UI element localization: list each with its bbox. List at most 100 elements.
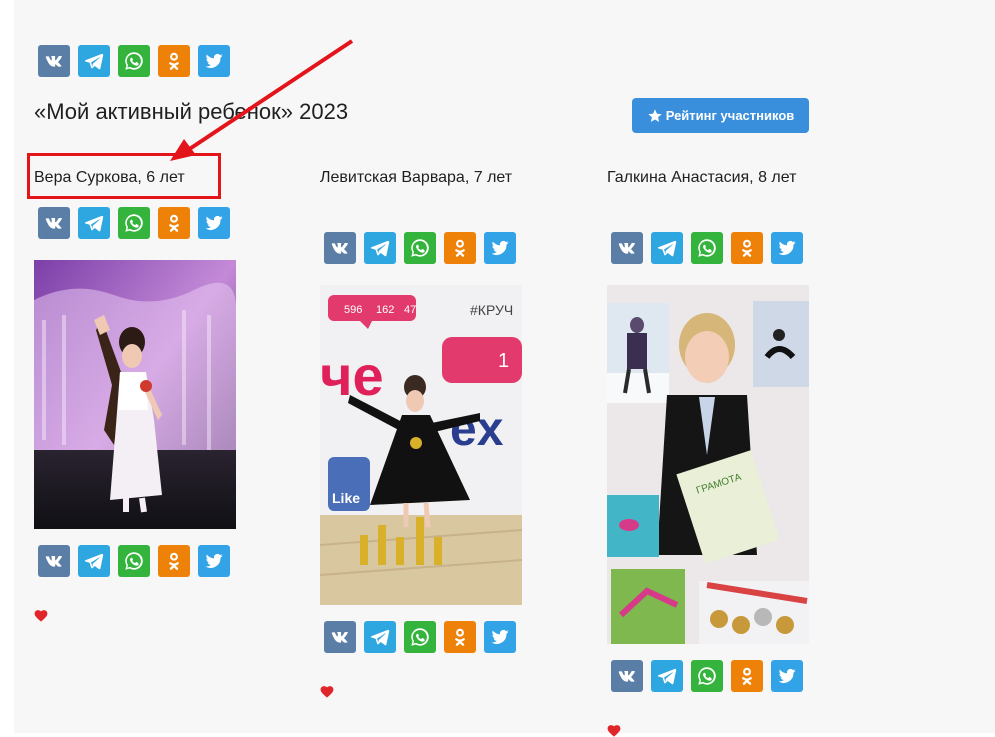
share-telegram-button[interactable] bbox=[78, 45, 110, 77]
share-odnoklassniki-button[interactable] bbox=[731, 232, 763, 264]
vk-icon bbox=[45, 56, 62, 67]
share-whatsapp-button[interactable] bbox=[691, 660, 723, 692]
twitter-icon bbox=[491, 240, 509, 255]
overlay-comments: 596 bbox=[344, 304, 362, 316]
participant-photo-3[interactable]: ГРАМОТА bbox=[607, 285, 809, 644]
whatsapp-icon bbox=[125, 214, 143, 232]
like-button-3[interactable] bbox=[607, 724, 621, 737]
heart-icon bbox=[607, 725, 621, 737]
share-vk-button[interactable] bbox=[611, 660, 643, 692]
odnoklassniki-icon bbox=[169, 552, 179, 570]
odnoklassniki-icon bbox=[455, 628, 465, 646]
odnoklassniki-icon bbox=[742, 239, 752, 257]
whatsapp-icon bbox=[125, 52, 143, 70]
share-twitter-button[interactable] bbox=[198, 207, 230, 239]
twitter-icon bbox=[205, 553, 223, 568]
share-bar-participant-3-top bbox=[611, 232, 803, 264]
share-twitter-button[interactable] bbox=[484, 621, 516, 653]
participant-photo-2[interactable]: 596 162 47 #КРУЧ 1 че ex Like bbox=[320, 285, 522, 605]
share-whatsapp-button[interactable] bbox=[118, 207, 150, 239]
highlight-box bbox=[27, 153, 221, 199]
share-vk-button[interactable] bbox=[611, 232, 643, 264]
rating-button[interactable]: Рейтинг участников bbox=[632, 98, 809, 133]
odnoklassniki-icon bbox=[169, 214, 179, 232]
telegram-icon bbox=[370, 240, 390, 257]
share-telegram-button[interactable] bbox=[78, 545, 110, 577]
overlay-hashtag: #КРУЧ bbox=[470, 302, 513, 318]
vk-icon bbox=[331, 243, 348, 254]
share-bar-participant-3-bottom bbox=[611, 660, 803, 692]
odnoklassniki-icon bbox=[169, 52, 179, 70]
participant-name-2[interactable]: Левитская Варвара, 7 лет bbox=[320, 166, 520, 190]
whatsapp-icon bbox=[125, 552, 143, 570]
share-bar-participant-2-top bbox=[324, 232, 516, 264]
telegram-icon bbox=[370, 629, 390, 646]
share-whatsapp-button[interactable] bbox=[118, 545, 150, 577]
share-odnoklassniki-button[interactable] bbox=[158, 207, 190, 239]
vk-icon bbox=[45, 218, 62, 229]
whatsapp-icon bbox=[411, 628, 429, 646]
whatsapp-icon bbox=[698, 667, 716, 685]
share-bar-top bbox=[38, 45, 230, 77]
heart-icon bbox=[34, 610, 48, 622]
vk-icon bbox=[618, 243, 635, 254]
overlay-like-sign: Like bbox=[332, 490, 360, 506]
share-twitter-button[interactable] bbox=[771, 232, 803, 264]
share-telegram-button[interactable] bbox=[651, 660, 683, 692]
whatsapp-icon bbox=[698, 239, 716, 257]
share-telegram-button[interactable] bbox=[364, 621, 396, 653]
share-telegram-button[interactable] bbox=[78, 207, 110, 239]
share-vk-button[interactable] bbox=[38, 545, 70, 577]
vk-icon bbox=[331, 632, 348, 643]
telegram-icon bbox=[84, 215, 104, 232]
telegram-icon bbox=[657, 240, 677, 257]
telegram-icon bbox=[84, 53, 104, 70]
share-twitter-button[interactable] bbox=[771, 660, 803, 692]
contest-title: «Мой активный ребенок» 2023 bbox=[34, 99, 349, 124]
vk-icon bbox=[45, 556, 62, 567]
share-whatsapp-button[interactable] bbox=[404, 621, 436, 653]
share-odnoklassniki-button[interactable] bbox=[158, 545, 190, 577]
share-whatsapp-button[interactable] bbox=[404, 232, 436, 264]
heart-icon bbox=[320, 686, 334, 698]
share-twitter-button[interactable] bbox=[198, 45, 230, 77]
share-vk-button[interactable] bbox=[38, 207, 70, 239]
share-twitter-button[interactable] bbox=[198, 545, 230, 577]
share-odnoklassniki-button[interactable] bbox=[731, 660, 763, 692]
odnoklassniki-icon bbox=[742, 667, 752, 685]
share-bar-participant-1-top bbox=[38, 207, 230, 239]
overlay-likes: 162 bbox=[376, 304, 394, 316]
vk-icon bbox=[618, 671, 635, 682]
share-odnoklassniki-button[interactable] bbox=[444, 621, 476, 653]
share-bar-participant-2-bottom bbox=[324, 621, 516, 653]
twitter-icon bbox=[205, 53, 223, 68]
share-bar-participant-1-bottom bbox=[38, 545, 230, 577]
odnoklassniki-icon bbox=[455, 239, 465, 257]
like-button-2[interactable] bbox=[320, 685, 334, 698]
share-odnoklassniki-button[interactable] bbox=[444, 232, 476, 264]
whatsapp-icon bbox=[411, 239, 429, 257]
twitter-icon bbox=[778, 240, 796, 255]
share-vk-button[interactable] bbox=[324, 232, 356, 264]
twitter-icon bbox=[205, 215, 223, 230]
share-vk-button[interactable] bbox=[324, 621, 356, 653]
twitter-icon bbox=[491, 629, 509, 644]
share-vk-button[interactable] bbox=[38, 45, 70, 77]
star-icon bbox=[648, 108, 662, 122]
share-odnoklassniki-button[interactable] bbox=[158, 45, 190, 77]
share-twitter-button[interactable] bbox=[484, 232, 516, 264]
overlay-banner-2: ex bbox=[450, 403, 504, 456]
overlay-counter: 1 bbox=[498, 350, 509, 372]
participant-name-3[interactable]: Галкина Анастасия, 8 лет bbox=[607, 166, 807, 190]
twitter-icon bbox=[778, 668, 796, 683]
share-whatsapp-button[interactable] bbox=[691, 232, 723, 264]
share-whatsapp-button[interactable] bbox=[118, 45, 150, 77]
like-button-1[interactable] bbox=[34, 609, 48, 622]
share-telegram-button[interactable] bbox=[651, 232, 683, 264]
participant-photo-1[interactable] bbox=[34, 260, 236, 529]
rating-button-label: Рейтинг участников bbox=[665, 108, 795, 123]
share-telegram-button[interactable] bbox=[364, 232, 396, 264]
telegram-icon bbox=[84, 553, 104, 570]
telegram-icon bbox=[657, 668, 677, 685]
overlay-followers: 47 bbox=[404, 304, 416, 316]
